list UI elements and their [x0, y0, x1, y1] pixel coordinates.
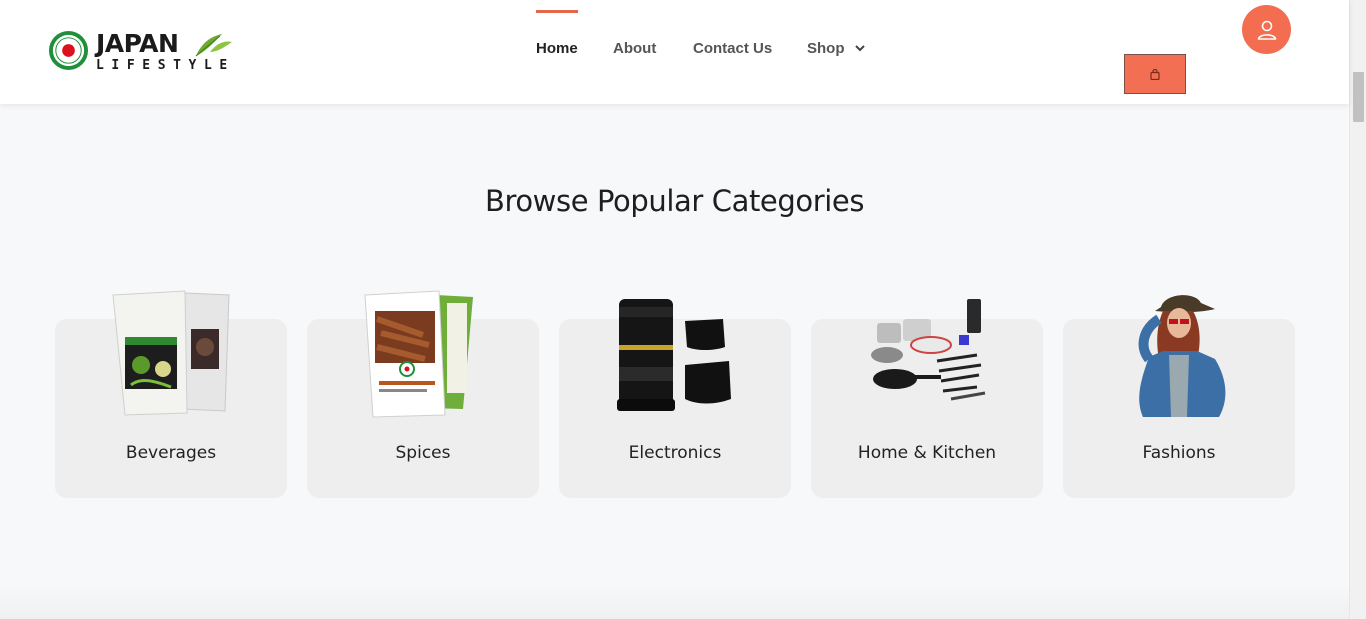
cookware-set-image: [871, 299, 986, 401]
logo-name-bottom: LIFESTYLE: [96, 58, 235, 73]
leaf-icon: [195, 34, 232, 57]
user-account-button[interactable]: [1242, 5, 1291, 54]
category-label-spices: Spices: [395, 443, 451, 463]
shopping-bag-icon: [1150, 68, 1160, 80]
scrollbar-thumb[interactable]: [1353, 72, 1364, 122]
category-card-beverages[interactable]: Beverages: [55, 290, 287, 498]
category-label-home-kitchen: Home & Kitchen: [857, 443, 997, 463]
camera-lens-image: [617, 299, 731, 411]
user-icon: [1257, 20, 1276, 40]
category-card-spices[interactable]: Spices: [307, 290, 539, 498]
category-label-fashions: Fashions: [1142, 443, 1216, 463]
scrollbar[interactable]: [1349, 0, 1366, 619]
nav-item-contact-us[interactable]: Contact Us: [693, 40, 772, 57]
category-card-home-kitchen[interactable]: Home & Kitchen: [811, 299, 1043, 498]
nav-item-shop[interactable]: Shop: [807, 40, 865, 57]
cart-button[interactable]: [1124, 54, 1186, 94]
site-logo[interactable]: JAPAN LIFESTYLE: [48, 28, 238, 74]
next-section-edge: [0, 585, 1349, 619]
nav-item-home[interactable]: Home: [536, 40, 578, 57]
fashion-model-image: [1138, 295, 1226, 417]
japan-badge-icon: [48, 30, 89, 71]
nav-item-shop-label: Shop: [807, 40, 845, 57]
page: JAPAN LIFESTYLE Home About Contact Us Sh…: [0, 0, 1366, 619]
section-title: Browse Popular Categories: [484, 184, 865, 218]
active-nav-indicator: [536, 10, 578, 13]
category-label-beverages: Beverages: [125, 443, 217, 463]
chevron-down-icon: [854, 45, 865, 52]
category-card-electronics[interactable]: Electronics: [559, 299, 791, 498]
category-label-electronics: Electronics: [628, 443, 722, 463]
tea-packets-image: [112, 290, 230, 416]
category-card-fashions[interactable]: Fashions: [1063, 295, 1295, 498]
spice-packets-image: [364, 290, 473, 418]
nav-item-about[interactable]: About: [613, 40, 656, 57]
site-header: JAPAN LIFESTYLE Home About Contact Us Sh…: [0, 0, 1349, 104]
